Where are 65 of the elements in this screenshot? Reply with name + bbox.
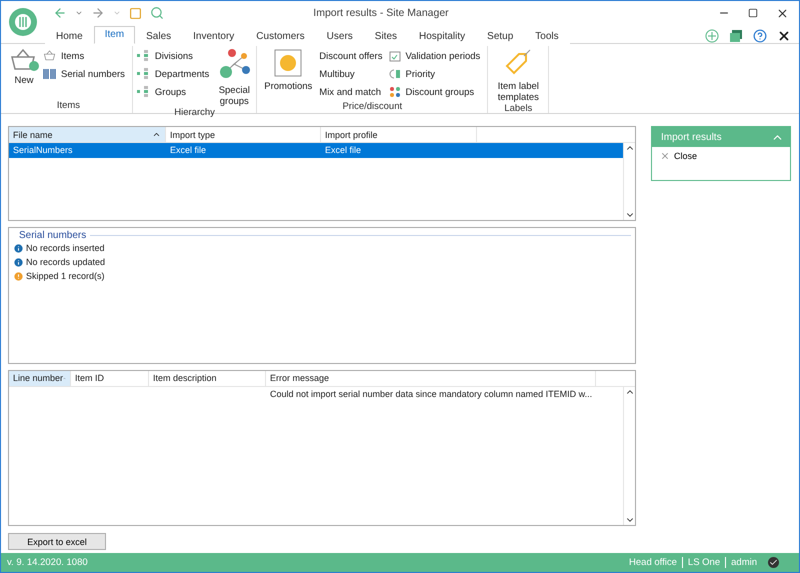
ribbon-button[interactable]: Special groups bbox=[216, 46, 252, 107]
version-text: v. 9. 14.2020. 1080 bbox=[7, 557, 88, 568]
help-icon[interactable] bbox=[753, 29, 767, 43]
basket-icon bbox=[43, 50, 57, 62]
scrollbar[interactable] bbox=[623, 386, 635, 526]
close-action[interactable]: Close bbox=[652, 147, 706, 165]
ribbon-button[interactable]: Items bbox=[43, 47, 128, 65]
dots-icon bbox=[389, 86, 402, 98]
windows-icon[interactable] bbox=[729, 29, 743, 43]
ribbon-button[interactable]: Groups bbox=[136, 83, 212, 101]
message-text: No records inserted bbox=[26, 243, 105, 254]
column-header[interactable]: File name bbox=[9, 127, 166, 142]
export-button[interactable]: Export to excel bbox=[8, 533, 106, 550]
status-item: LS One bbox=[682, 557, 726, 568]
maximize-icon[interactable] bbox=[748, 8, 758, 18]
notes-icon[interactable] bbox=[129, 6, 142, 20]
basket-icon bbox=[9, 48, 39, 72]
group-label: Price/discount bbox=[341, 101, 404, 114]
column-header[interactable]: Line number bbox=[9, 370, 71, 386]
table-cell-text: Excel file bbox=[324, 144, 362, 157]
ribbon-button[interactable]: Validation periods bbox=[389, 47, 484, 65]
tree-icon bbox=[136, 50, 151, 62]
check-icon bbox=[768, 557, 779, 568]
tree-icon bbox=[136, 86, 151, 98]
scrollbar[interactable] bbox=[623, 143, 635, 220]
plus-circle-icon[interactable] bbox=[705, 29, 719, 43]
ribbon-button[interactable]: Discount offers bbox=[319, 47, 386, 65]
tree-icon bbox=[136, 68, 151, 80]
info-icon bbox=[13, 242, 24, 254]
warning-icon bbox=[13, 270, 24, 282]
table-cell-text: Could not import serial number data since mandatory column named ITEMID w... bbox=[269, 388, 594, 401]
group-label: Items bbox=[56, 100, 82, 113]
ribbon-button[interactable]: Divisions bbox=[136, 47, 212, 65]
back-icon[interactable] bbox=[53, 6, 67, 20]
ribbon-button[interactable]: Mix and match bbox=[319, 83, 386, 101]
group-label: Hierarchy bbox=[173, 107, 216, 120]
sort-icon bbox=[152, 130, 161, 139]
message-text: Skipped 1 record(s) bbox=[26, 271, 105, 282]
table-cell-text: SerialNumbers bbox=[12, 144, 74, 157]
status-item: admin bbox=[725, 557, 762, 568]
ribbon-button[interactable]: Priority bbox=[389, 65, 484, 83]
close-icon bbox=[660, 151, 670, 161]
status-item: Head office bbox=[628, 557, 678, 568]
close-icon[interactable] bbox=[777, 29, 791, 43]
ribbon-button[interactable]: Promotions bbox=[261, 46, 316, 101]
info-icon bbox=[13, 256, 24, 268]
ribbon-button[interactable]: Serial numbers bbox=[43, 65, 128, 83]
search-icon[interactable] bbox=[150, 6, 164, 20]
group-label: Labels bbox=[503, 103, 534, 116]
ribbon-button[interactable]: Departments bbox=[136, 65, 212, 83]
barcode-icon bbox=[43, 68, 57, 80]
forward-icon[interactable] bbox=[91, 6, 105, 20]
window-title: Import results - Site Manager bbox=[312, 7, 450, 19]
ribbon-button[interactable]: Discount groups bbox=[389, 83, 484, 101]
message-text: No records updated bbox=[26, 257, 106, 268]
caret-icon[interactable] bbox=[75, 9, 83, 17]
table-cell-text: Excel file bbox=[169, 144, 208, 157]
ribbon-button[interactable]: New bbox=[9, 46, 39, 100]
ribbon-button[interactable]: Multibuy bbox=[319, 65, 386, 83]
close-icon[interactable] bbox=[776, 6, 789, 20]
ribbon-button[interactable]: Item label templates bbox=[492, 46, 544, 103]
table-row[interactable]: SerialNumbers Excel file Excel file bbox=[9, 143, 623, 158]
ribbon-tab[interactable]: Item bbox=[94, 26, 136, 44]
table-row[interactable]: Could not import serial number data since mandatory column named ITEMID w... bbox=[9, 386, 623, 402]
group-title: Serial numbers bbox=[19, 230, 86, 242]
